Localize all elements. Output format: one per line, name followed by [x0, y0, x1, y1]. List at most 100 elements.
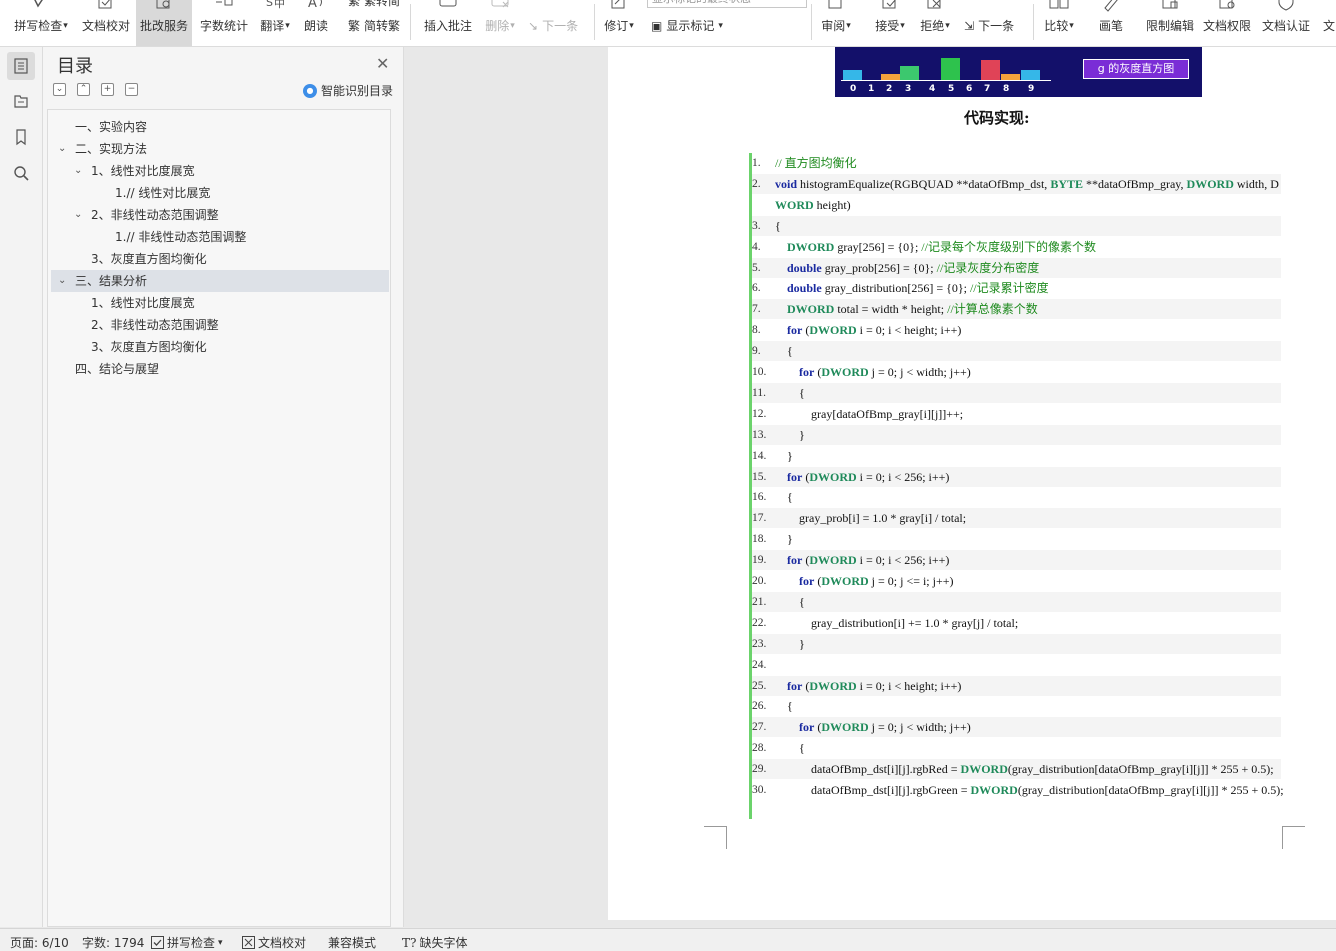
ribbon-separator — [1033, 4, 1034, 40]
next-comment-icon: ↘ — [528, 18, 539, 33]
chevron-down-icon[interactable]: ⌄ — [74, 160, 82, 182]
chevron-down-icon[interactable]: ⌄ — [58, 270, 66, 292]
status-spellcheck-label: 拼写检查 — [167, 936, 216, 950]
status-spellcheck[interactable]: 拼写检查 ▾ — [151, 934, 223, 951]
translate-label: 翻译 — [260, 19, 285, 33]
simp-trad-button[interactable]: 繁繁转简 — [348, 0, 400, 9]
toc-item[interactable]: ⌄ 1、线性对比度展宽 — [51, 160, 389, 182]
code-line: 20. for (DWORD j = 0; j <= i; j++) — [752, 571, 1281, 591]
toc-item[interactable]: ⌄ 三、结果分析 — [51, 270, 389, 292]
missing-font-label: 缺失字体 — [419, 936, 468, 950]
compare-icon — [1048, 0, 1070, 12]
reject-button[interactable]: 拒绝 ▾ — [917, 0, 953, 46]
permission-button[interactable]: 文档权限 — [1201, 0, 1253, 46]
chevron-down-icon: ▾ — [629, 20, 634, 31]
certify-button[interactable]: 文档认证 — [1260, 0, 1312, 46]
histogram-bar — [1001, 74, 1020, 80]
smart-toc-button[interactable]: ● 智能识别目录 — [303, 82, 393, 99]
ribbon-separator — [410, 4, 411, 40]
code-line-text: { — [799, 385, 805, 400]
missing-font[interactable]: T? 缺失字体 — [402, 934, 467, 951]
code-line-text: { — [775, 218, 781, 233]
markup-display-select[interactable]: 显示标记的最终状态 — [647, 0, 807, 8]
page-corner-mark — [704, 826, 727, 849]
show-marks-button[interactable]: ▣ 显示标记 ▾ — [651, 17, 723, 34]
code-line-text: } — [799, 427, 805, 442]
code-line-number: 9. — [752, 345, 761, 358]
chevron-down-icon: ▾ — [1069, 20, 1074, 31]
add-heading-icon[interactable]: + — [101, 83, 114, 96]
translate-button[interactable]: S 中翻译 ▾ — [257, 0, 293, 46]
toc-item[interactable]: 四、结论与展望 — [51, 358, 389, 380]
code-line-text: for (DWORD i = 0; i < 256; i++) — [787, 469, 950, 484]
search-icon[interactable] — [7, 159, 35, 187]
chapter-nav-icon[interactable] — [7, 87, 35, 115]
toc-item[interactable]: ⌄ 2、非线性动态范围调整 — [51, 204, 389, 226]
read-button[interactable]: A 朗读 — [302, 0, 330, 46]
show-marks-icon: ▣ — [651, 18, 663, 33]
toc-nav-icon[interactable] — [7, 52, 35, 80]
code-line: 29. dataOfBmp_dst[i][j].rgbRed = DWORD(gr… — [752, 759, 1281, 780]
bookmark-icon[interactable] — [7, 123, 35, 151]
compat-mode[interactable]: 兼容模式 — [328, 934, 376, 951]
close-icon[interactable]: ✕ — [376, 54, 389, 73]
code-line: 27. for (DWORD j = 0; j < width; j++) — [752, 717, 1281, 738]
pen-button[interactable]: 画笔 — [1097, 0, 1125, 46]
toc-item[interactable]: 一、实验内容 — [51, 116, 389, 138]
chevron-down-icon[interactable]: ⌄ — [58, 138, 66, 160]
code-line-number: 11. — [752, 386, 766, 399]
next-comment-button[interactable]: ↘ 下一条 — [528, 17, 578, 34]
svg-text:S: S — [266, 0, 273, 9]
chevron-down-icon: ▾ — [285, 20, 290, 31]
code-line-number: 28. — [752, 742, 767, 755]
toc-item[interactable]: 1、线性对比度展宽 — [51, 292, 389, 314]
toc-item[interactable]: ⌄ 二、实现方法 — [51, 138, 389, 160]
trad-simp-button[interactable]: 繁简转繁 — [348, 17, 400, 34]
compare-button[interactable]: 比较 ▾ — [1041, 0, 1077, 46]
histogram-tick-label: 7 — [984, 84, 991, 94]
collapse-all-icon[interactable]: ⌄ — [53, 83, 66, 96]
remove-heading-icon[interactable]: − — [125, 83, 138, 96]
toc-item-label: 3、灰度直方图均衡化 — [91, 252, 207, 266]
word-count[interactable]: 字数: 1794 — [82, 934, 144, 951]
status-doccheck[interactable]: 文档校对 — [242, 934, 306, 951]
code-line-text: dataOfBmp_dst[i][j].rgbGreen = DWORD(gra… — [811, 783, 1284, 797]
accept-button[interactable]: 接受 ▾ — [872, 0, 908, 46]
toc-item[interactable]: 1.// 非线性动态范围调整 — [51, 226, 389, 248]
toc-item-label: 三、结果分析 — [75, 274, 148, 288]
restrict-button[interactable]: 限制编辑 — [1142, 0, 1198, 46]
show-marks-label: 显示标记 — [666, 19, 715, 33]
spell-button[interactable]: 拼写检查 ▾ — [12, 0, 70, 46]
toc-item[interactable]: 3、灰度直方图均衡化 — [51, 248, 389, 270]
ribbon-toolbar: 拼写检查 ▾ 文档校对 批改服务 字数统计 S 中翻译 ▾ A 朗读 插入批注 删除 ▾ 修订 ▾ 审阅 ▾ 接受… — [0, 0, 1336, 47]
expand-up-icon[interactable]: ⌃ — [77, 83, 90, 96]
permission-label: 文档权限 — [1202, 19, 1251, 33]
more-button[interactable]: 文 — [1322, 0, 1336, 46]
next-change-button[interactable]: ⇲ 下一条 — [964, 17, 1014, 34]
histogram-tick-label: 6 — [966, 84, 973, 94]
code-line-number: 6. — [752, 282, 761, 295]
code-line-number: 2. — [752, 177, 761, 190]
toc-item-label: 四、结论与展望 — [75, 362, 160, 376]
histogram-axis — [841, 80, 1051, 81]
toc-item[interactable]: 2、非线性动态范围调整 — [51, 314, 389, 336]
delete-button[interactable]: 删除 ▾ — [482, 0, 518, 46]
code-line-text: gray_distribution[i] += 1.0 * gray[j] / … — [811, 615, 1019, 630]
code-line: 11. { — [752, 382, 1281, 403]
wordcount-button[interactable]: 字数统计 — [198, 0, 250, 46]
code-line: 5. double gray_prob[256] = {0}; //记录灰度分布密… — [752, 257, 1281, 278]
toc-item[interactable]: 1.// 线性对比展宽 — [51, 182, 389, 204]
code-block[interactable]: 1. // 直方图均衡化 2. void histogramEqualize(RGBQ… — [752, 153, 1284, 819]
code-line-number: 24. — [752, 658, 767, 671]
chevron-down-icon[interactable]: ⌄ — [74, 204, 82, 226]
doccheck-button[interactable]: 文档校对 — [80, 0, 132, 46]
track-button[interactable]: 修订 ▾ — [601, 0, 637, 46]
toc-item[interactable]: 3、灰度直方图均衡化 — [51, 336, 389, 358]
revise-service-button[interactable]: 批改服务 — [136, 0, 192, 46]
review-button[interactable]: 审阅 ▾ — [818, 0, 854, 46]
insert-comment-button[interactable]: 插入批注 — [422, 0, 474, 46]
code-line: 24. — [752, 655, 1281, 675]
chevron-down-icon: ▾ — [945, 20, 950, 31]
page-indicator[interactable]: 页面: 6/10 — [10, 934, 69, 951]
code-line-number: 22. — [752, 616, 767, 629]
